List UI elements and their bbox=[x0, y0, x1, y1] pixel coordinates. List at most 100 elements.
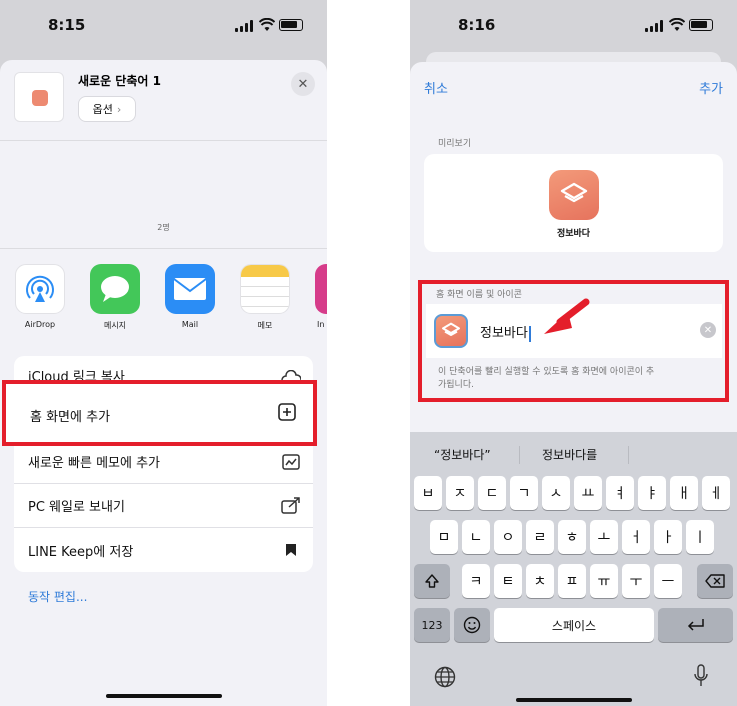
key[interactable]: ㅜ bbox=[622, 564, 650, 598]
key[interactable]: ㅐ bbox=[670, 476, 698, 510]
shortcuts-app-icon bbox=[32, 90, 48, 106]
share-app-mail[interactable]: Mail bbox=[164, 264, 216, 329]
key[interactable]: ㅑ bbox=[638, 476, 666, 510]
key[interactable]: ㅍ bbox=[558, 564, 586, 598]
key[interactable]: ㅎ bbox=[558, 520, 586, 554]
plus-square-icon bbox=[277, 402, 297, 422]
battery-icon bbox=[689, 19, 713, 31]
close-button[interactable]: ✕ bbox=[291, 72, 315, 96]
key[interactable]: ㅊ bbox=[526, 564, 554, 598]
share-app-label: AirDrop bbox=[24, 320, 56, 329]
preview-shortcut-name: 정보바다 bbox=[556, 229, 591, 239]
share-app-instagram[interactable]: In bbox=[314, 264, 327, 329]
notes-icon bbox=[240, 264, 290, 314]
shortcuts-layers-icon bbox=[549, 170, 599, 220]
share-app-airdrop[interactable]: AirDrop bbox=[14, 264, 66, 329]
share-app-notes[interactable]: 메모 bbox=[239, 264, 291, 331]
wifi-icon bbox=[669, 18, 685, 31]
status-bar: 8:15 bbox=[0, 14, 327, 38]
mail-icon bbox=[165, 264, 215, 314]
share-app-label: Mail bbox=[181, 320, 199, 329]
divider bbox=[519, 446, 520, 464]
home-indicator bbox=[106, 694, 222, 698]
keyboard-row-4: 123 스페이스 bbox=[410, 608, 737, 644]
key[interactable]: ㄹ bbox=[526, 520, 554, 554]
add-button[interactable]: 추가 bbox=[699, 78, 723, 97]
key[interactable]: ㅌ bbox=[494, 564, 522, 598]
sheet-title: 새로운 단축어 1 bbox=[78, 74, 161, 88]
key[interactable]: ㅛ bbox=[574, 476, 602, 510]
key[interactable]: ㅣ bbox=[686, 520, 714, 554]
whale-send-icon bbox=[281, 496, 301, 516]
key[interactable]: ㅔ bbox=[702, 476, 730, 510]
key[interactable]: ㅅ bbox=[542, 476, 570, 510]
korean-keyboard: “정보바다” 정보바다를 ㅂ ㅈ ㄷ ㄱ ㅅ ㅛ ㅕ ㅑ ㅐ ㅔ ㅁ ㄴ ㅇ ㄹ… bbox=[410, 432, 737, 706]
options-label: 옵션 bbox=[92, 103, 113, 116]
edit-actions-link[interactable]: 동작 편집... bbox=[28, 588, 87, 605]
cancel-button[interactable]: 취소 bbox=[424, 78, 448, 97]
close-icon: ✕ bbox=[297, 76, 309, 92]
globe-icon[interactable] bbox=[434, 666, 456, 688]
suggestion-bar: “정보바다” 정보바다를 bbox=[410, 440, 737, 468]
battery-icon bbox=[279, 19, 303, 31]
status-time: 8:16 bbox=[458, 16, 496, 34]
divider bbox=[0, 248, 327, 249]
home-indicator bbox=[516, 698, 632, 702]
status-time: 8:15 bbox=[48, 16, 86, 34]
suggestion-2[interactable]: 정보바다를 bbox=[542, 446, 597, 463]
preview-label: 미리보기 bbox=[438, 139, 472, 149]
key[interactable]: ㄴ bbox=[462, 520, 490, 554]
key[interactable]: ㅡ bbox=[654, 564, 682, 598]
action-new-quick-note[interactable]: 새로운 빠른 메모에 추가 bbox=[14, 440, 313, 484]
messages-icon bbox=[90, 264, 140, 314]
share-app-row: AirDrop 메시지 Mail 메모 In bbox=[14, 264, 327, 340]
status-bar: 8:16 bbox=[410, 14, 737, 38]
action-label: LINE Keep에 저장 bbox=[28, 544, 134, 560]
key[interactable]: ㅇ bbox=[494, 520, 522, 554]
microphone-icon[interactable] bbox=[693, 664, 709, 688]
key[interactable]: ㅠ bbox=[590, 564, 618, 598]
people-count: 2명 bbox=[157, 223, 170, 232]
add-to-home-label: 홈 화면에 추가 bbox=[30, 410, 111, 425]
share-app-label: In bbox=[317, 320, 325, 329]
highlight-add-to-home[interactable]: 홈 화면에 추가 bbox=[2, 380, 317, 446]
wifi-icon bbox=[259, 18, 275, 31]
chevron-right-icon: › bbox=[116, 102, 122, 116]
emoji-key[interactable] bbox=[454, 608, 490, 642]
keyboard-row-2: ㅁ ㄴ ㅇ ㄹ ㅎ ㅗ ㅓ ㅏ ㅣ bbox=[410, 520, 737, 556]
key[interactable]: ㅓ bbox=[622, 520, 650, 554]
key[interactable]: ㅕ bbox=[606, 476, 634, 510]
left-phone-screen: 8:15 새로운 단축어 1 옵션 › ✕ 2명 AirDrop 메시지 Mai… bbox=[0, 0, 327, 706]
key[interactable]: ㅁ bbox=[430, 520, 458, 554]
return-key[interactable] bbox=[658, 608, 733, 642]
key[interactable]: ㅂ bbox=[414, 476, 442, 510]
backspace-icon bbox=[705, 574, 725, 588]
quick-note-icon bbox=[281, 452, 301, 472]
shift-key[interactable] bbox=[414, 564, 450, 598]
return-icon bbox=[687, 619, 704, 631]
key[interactable]: ㅋ bbox=[462, 564, 490, 598]
delete-key[interactable] bbox=[697, 564, 733, 598]
space-key[interactable]: 스페이스 bbox=[494, 608, 654, 642]
numbers-key[interactable]: 123 bbox=[414, 608, 450, 642]
airdrop-icon bbox=[15, 264, 65, 314]
key[interactable]: ㄷ bbox=[478, 476, 506, 510]
share-app-messages[interactable]: 메시지 bbox=[89, 264, 141, 331]
action-save-line-keep[interactable]: LINE Keep에 저장 bbox=[14, 528, 313, 572]
action-send-to-pc-whale[interactable]: PC 웨일로 보내기 bbox=[14, 484, 313, 528]
key[interactable]: ㅗ bbox=[590, 520, 618, 554]
options-button[interactable]: 옵션 › bbox=[78, 96, 136, 122]
key[interactable]: ㅏ bbox=[654, 520, 682, 554]
share-sheet-header: 새로운 단축어 1 옵션 › ✕ bbox=[0, 60, 327, 140]
action-label: 새로운 빠른 메모에 추가 bbox=[28, 456, 160, 471]
suggestion-1[interactable]: “정보바다” bbox=[434, 446, 491, 463]
key[interactable]: ㄱ bbox=[510, 476, 538, 510]
keyboard-row-1: ㅂ ㅈ ㄷ ㄱ ㅅ ㅛ ㅕ ㅑ ㅐ ㅔ bbox=[410, 476, 737, 512]
cellular-signal-icon bbox=[235, 20, 253, 32]
instagram-icon bbox=[315, 264, 327, 314]
key[interactable]: ㅈ bbox=[446, 476, 474, 510]
preview-card: 정보바다 bbox=[424, 154, 723, 252]
share-app-label: 메시지 bbox=[103, 321, 127, 330]
share-app-label: 메모 bbox=[257, 321, 273, 330]
keyboard-row-3: ㅋ ㅌ ㅊ ㅍ ㅠ ㅜ ㅡ bbox=[410, 564, 737, 600]
